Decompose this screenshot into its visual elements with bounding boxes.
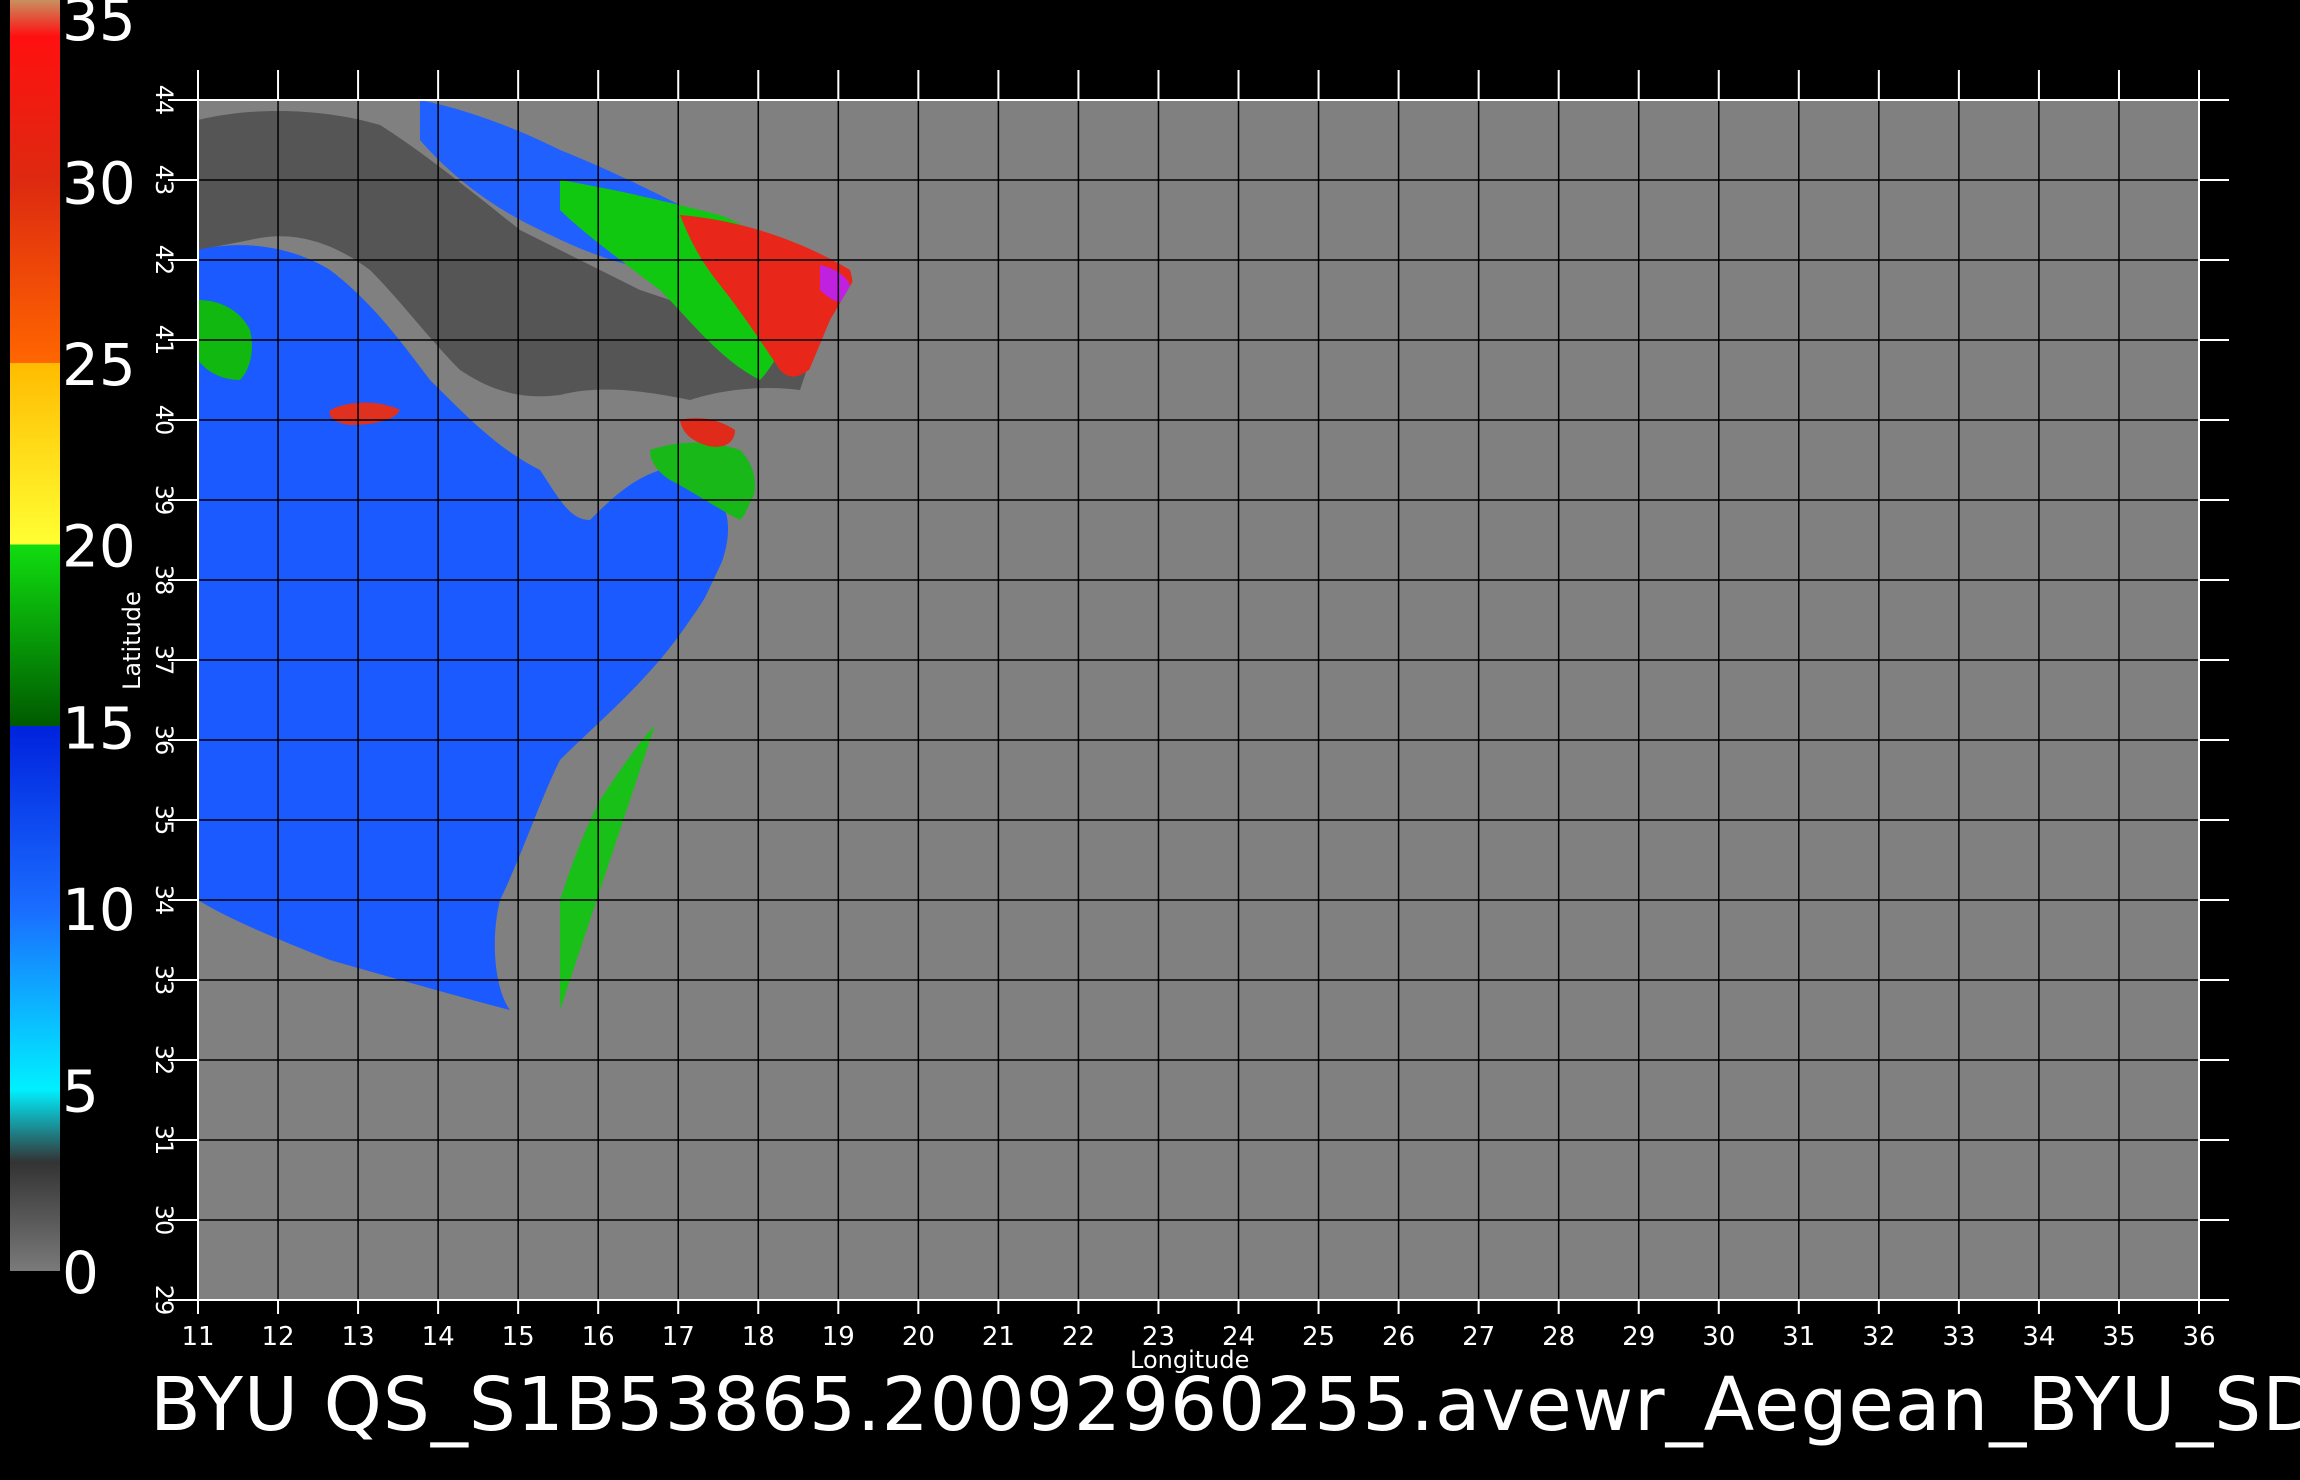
colorbar-label: 0 [62, 1239, 99, 1307]
map-figure: 0 5 10 15 20 25 30 35 11 12 13 14 15 16 17 18 19 20 21 22 2… [0, 0, 2300, 1480]
lat-tick-label: 42 [150, 245, 178, 276]
lon-tick-label: 25 [1302, 1322, 1335, 1352]
lon-tick-label: 28 [1542, 1322, 1575, 1352]
map-panel: 11 12 13 14 15 16 17 18 19 20 21 22 23 24 25 26 27 28 29 30… [150, 70, 2229, 1352]
y-axis-title: Latitude [118, 591, 146, 690]
lat-tick-label: 36 [150, 725, 178, 756]
lat-tick-label: 34 [150, 885, 178, 916]
lon-tick-label: 34 [2022, 1322, 2055, 1352]
lat-tick-label: 44 [150, 85, 178, 116]
lon-tick-label: 31 [1782, 1322, 1815, 1352]
lon-tick-label: 35 [2102, 1322, 2135, 1352]
lat-tick-label: 41 [150, 325, 178, 356]
lon-tick-label: 22 [1062, 1322, 1095, 1352]
lon-tick-label: 11 [181, 1322, 214, 1352]
colorbar-label: 35 [62, 0, 136, 54]
lat-tick-label: 40 [150, 405, 178, 436]
lon-tick-label: 29 [1622, 1322, 1655, 1352]
lat-tick-label: 37 [150, 645, 178, 676]
swath [198, 100, 2199, 1020]
lon-tick-label: 16 [582, 1322, 615, 1352]
lon-tick-label: 26 [1382, 1322, 1415, 1352]
lon-tick-label: 32 [1862, 1322, 1895, 1352]
lon-tick-label: 14 [422, 1322, 455, 1352]
lon-tick-label: 36 [2182, 1322, 2215, 1352]
lat-tick-label: 43 [150, 165, 178, 196]
lon-tick-label: 15 [502, 1322, 535, 1352]
colorbar-ramp [10, 0, 60, 1271]
lat-tick-label: 30 [150, 1205, 178, 1236]
colorbar-label: 5 [62, 1057, 99, 1125]
colorbar-label: 20 [62, 513, 136, 581]
lon-tick-label: 12 [261, 1322, 294, 1352]
lon-tick-label: 13 [342, 1322, 375, 1352]
lon-tick-label: 21 [982, 1322, 1015, 1352]
lat-tick-label: 29 [150, 1285, 178, 1316]
colorbar-label: 30 [62, 150, 136, 218]
lat-tick-label: 39 [150, 485, 178, 516]
lon-tick-label: 30 [1702, 1322, 1735, 1352]
lon-tick-label: 18 [742, 1322, 775, 1352]
lon-tick-label: 20 [902, 1322, 935, 1352]
colorbar-label: 25 [62, 331, 136, 399]
image-title: BYU QS_S1B53865.20092960255.avewr_Aegean… [150, 1362, 2300, 1448]
colorbar-label: 15 [62, 694, 136, 762]
lat-tick-label: 33 [150, 965, 178, 996]
lon-tick-label: 19 [822, 1322, 855, 1352]
lat-tick-label: 35 [150, 805, 178, 836]
lat-tick-label: 38 [150, 565, 178, 596]
colorbar-label: 10 [62, 876, 136, 944]
lon-tick-label: 17 [662, 1322, 695, 1352]
lat-tick-label: 32 [150, 1045, 178, 1076]
lat-tick-label: 31 [150, 1125, 178, 1156]
lon-tick-label: 27 [1462, 1322, 1495, 1352]
lon-tick-label: 33 [1942, 1322, 1975, 1352]
